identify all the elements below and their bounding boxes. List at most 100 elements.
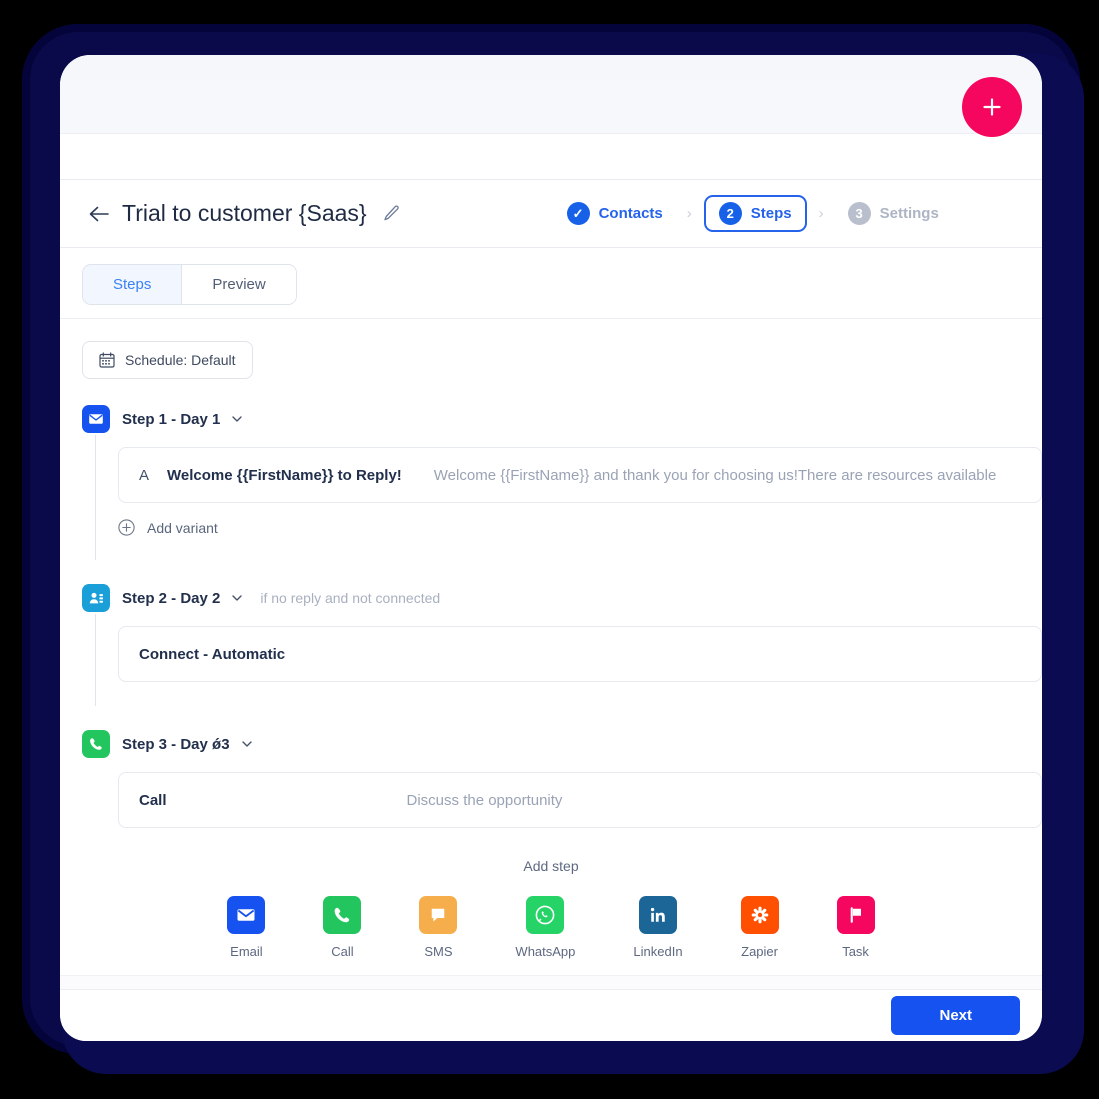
chat-bubble-glyph <box>432 908 445 922</box>
people-glyph <box>89 592 103 603</box>
pencil-icon <box>383 205 399 221</box>
channel-linkedin[interactable]: LinkedIn <box>633 896 683 959</box>
email-icon <box>82 405 110 433</box>
tab-preview[interactable]: Preview <box>182 265 296 304</box>
channel-label: WhatsApp <box>515 944 576 959</box>
zapier-icon <box>740 896 779 934</box>
plus-circle-icon <box>118 519 135 536</box>
step-cards-3: Call Discuss the opportunity <box>118 772 1042 828</box>
call-icon <box>82 730 110 758</box>
step-card-note: Discuss the opportunity <box>406 791 563 809</box>
call-icon <box>323 896 362 934</box>
stepper-item-steps[interactable]: 2 Steps <box>703 195 807 232</box>
stepper-label-settings: Settings <box>879 205 939 222</box>
task-flag-icon <box>836 896 875 934</box>
channel-call[interactable]: Call <box>323 896 362 959</box>
variant-card[interactable]: A Welcome {{FirstName}} to Reply! Welcom… <box>118 447 1042 503</box>
step-title-3: Step 3 - Day ǿ3 <box>122 735 230 753</box>
channel-label: LinkedIn <box>633 944 683 959</box>
whatsapp-icon <box>526 896 565 934</box>
edit-pencil-icon[interactable] <box>383 205 400 222</box>
linkedin-glyph <box>650 907 665 922</box>
step-title-2: Step 2 - Day 2 <box>122 589 221 607</box>
campaign-header: Trial to customer {Saas} ✓ Contacts › 2 … <box>60 180 1042 248</box>
channel-sms[interactable]: SMS <box>419 896 458 959</box>
step-block-2: Step 2 - Day 2 if no reply and not conne… <box>82 582 1042 706</box>
channel-task[interactable]: Task <box>836 896 875 959</box>
variant-preview-text: Welcome {{FirstName}} and thank you for … <box>433 466 997 484</box>
variant-subject: Welcome {{FirstName}} to Reply! <box>167 466 402 484</box>
steps-body: Schedule: Default Step 1 - Day 1 A Welco… <box>60 319 1042 977</box>
chevron-down-glyph <box>232 416 243 422</box>
variant-letter: A <box>139 466 150 484</box>
add-fab-button[interactable] <box>962 77 1022 137</box>
chevron-down-icon[interactable] <box>240 737 254 751</box>
footer-divider <box>60 975 1042 989</box>
calendar-icon <box>99 352 115 368</box>
footer-bar: Next <box>60 989 1042 1041</box>
channel-zapier[interactable]: Zapier <box>740 896 779 959</box>
step-header-3: Step 3 - Day ǿ3 <box>82 728 1042 760</box>
next-button[interactable]: Next <box>891 996 1020 1035</box>
app-window: Trial to customer {Saas} ✓ Contacts › 2 … <box>60 55 1042 1041</box>
step-header-2: Step 2 - Day 2 if no reply and not conne… <box>82 582 1042 614</box>
plus-icon <box>983 98 1001 116</box>
channel-label: Email <box>230 944 263 959</box>
schedule-button[interactable]: Schedule: Default <box>82 341 253 379</box>
add-variant-button[interactable]: Add variant <box>118 519 218 536</box>
stepper-separator: › <box>686 205 692 222</box>
app-top-bar <box>60 55 1042 137</box>
whatsapp-glyph <box>536 905 555 925</box>
stepper-badge-steps: 2 <box>718 202 742 225</box>
stepper-item-settings[interactable]: 3 Settings <box>836 195 951 232</box>
back-arrow-icon[interactable] <box>82 197 116 231</box>
stepper-item-contacts[interactable]: ✓ Contacts <box>555 195 675 232</box>
flag-glyph <box>850 907 861 923</box>
connect-icon <box>82 584 110 612</box>
tabs-row: Steps Preview <box>60 248 1042 319</box>
step-cards-2: Connect - Automatic <box>118 626 1042 682</box>
step-card[interactable]: Connect - Automatic <box>118 626 1042 682</box>
step-cards-1: A Welcome {{FirstName}} to Reply! Welcom… <box>118 447 1042 503</box>
chevron-down-glyph <box>232 595 243 601</box>
step-card-title: Call <box>139 791 167 809</box>
step-card[interactable]: Call Discuss the opportunity <box>118 772 1042 828</box>
envelope-glyph <box>237 909 255 921</box>
phone-glyph <box>335 907 350 923</box>
stepper-badge-contacts: ✓ <box>566 202 590 225</box>
tab-group: Steps Preview <box>82 264 297 305</box>
channel-picker: Email Call SMS WhatsApp LinkedIn Zapier … <box>82 896 1020 959</box>
chevron-down-glyph <box>241 741 252 747</box>
sms-icon <box>419 896 458 934</box>
step-block-1: Step 1 - Day 1 A Welcome {{FirstName}} t… <box>82 403 1042 560</box>
channel-label: SMS <box>424 944 453 959</box>
channel-label: Task <box>842 944 869 959</box>
step-title-1: Step 1 - Day 1 <box>122 410 221 428</box>
wizard-stepper: ✓ Contacts › 2 Steps › 3 Settings <box>555 195 951 232</box>
step-card-title: Connect - Automatic <box>139 645 286 663</box>
channel-email[interactable]: Email <box>227 896 266 959</box>
add-step-section: Add step Email Call SMS WhatsApp LinkedI… <box>82 858 1042 977</box>
channel-label: Zapier <box>741 944 778 959</box>
chevron-down-icon[interactable] <box>230 591 244 605</box>
linkedin-icon <box>638 896 677 934</box>
stepper-badge-settings: 3 <box>847 202 871 225</box>
step-header-1: Step 1 - Day 1 <box>82 403 1042 435</box>
email-icon <box>227 896 266 934</box>
add-variant-label: Add variant <box>147 519 218 536</box>
stepper-label-steps: Steps <box>750 205 792 222</box>
channel-whatsapp[interactable]: WhatsApp <box>515 896 575 959</box>
step-connector <box>95 614 96 706</box>
tab-steps[interactable]: Steps <box>83 265 183 304</box>
channel-label: Call <box>331 944 354 959</box>
zapier-asterisk-glyph <box>751 906 768 924</box>
envelope-glyph <box>89 414 103 424</box>
app-sub-bar <box>60 133 1042 180</box>
phone-glyph <box>90 738 102 750</box>
schedule-button-label: Schedule: Default <box>125 352 236 368</box>
chevron-down-icon[interactable] <box>230 412 244 426</box>
stepper-label-contacts: Contacts <box>598 205 663 222</box>
step-block-3: Step 3 - Day ǿ3 Call Discuss the opportu… <box>82 728 1042 828</box>
step-connector <box>95 435 96 560</box>
arrow-left-icon <box>89 206 109 221</box>
